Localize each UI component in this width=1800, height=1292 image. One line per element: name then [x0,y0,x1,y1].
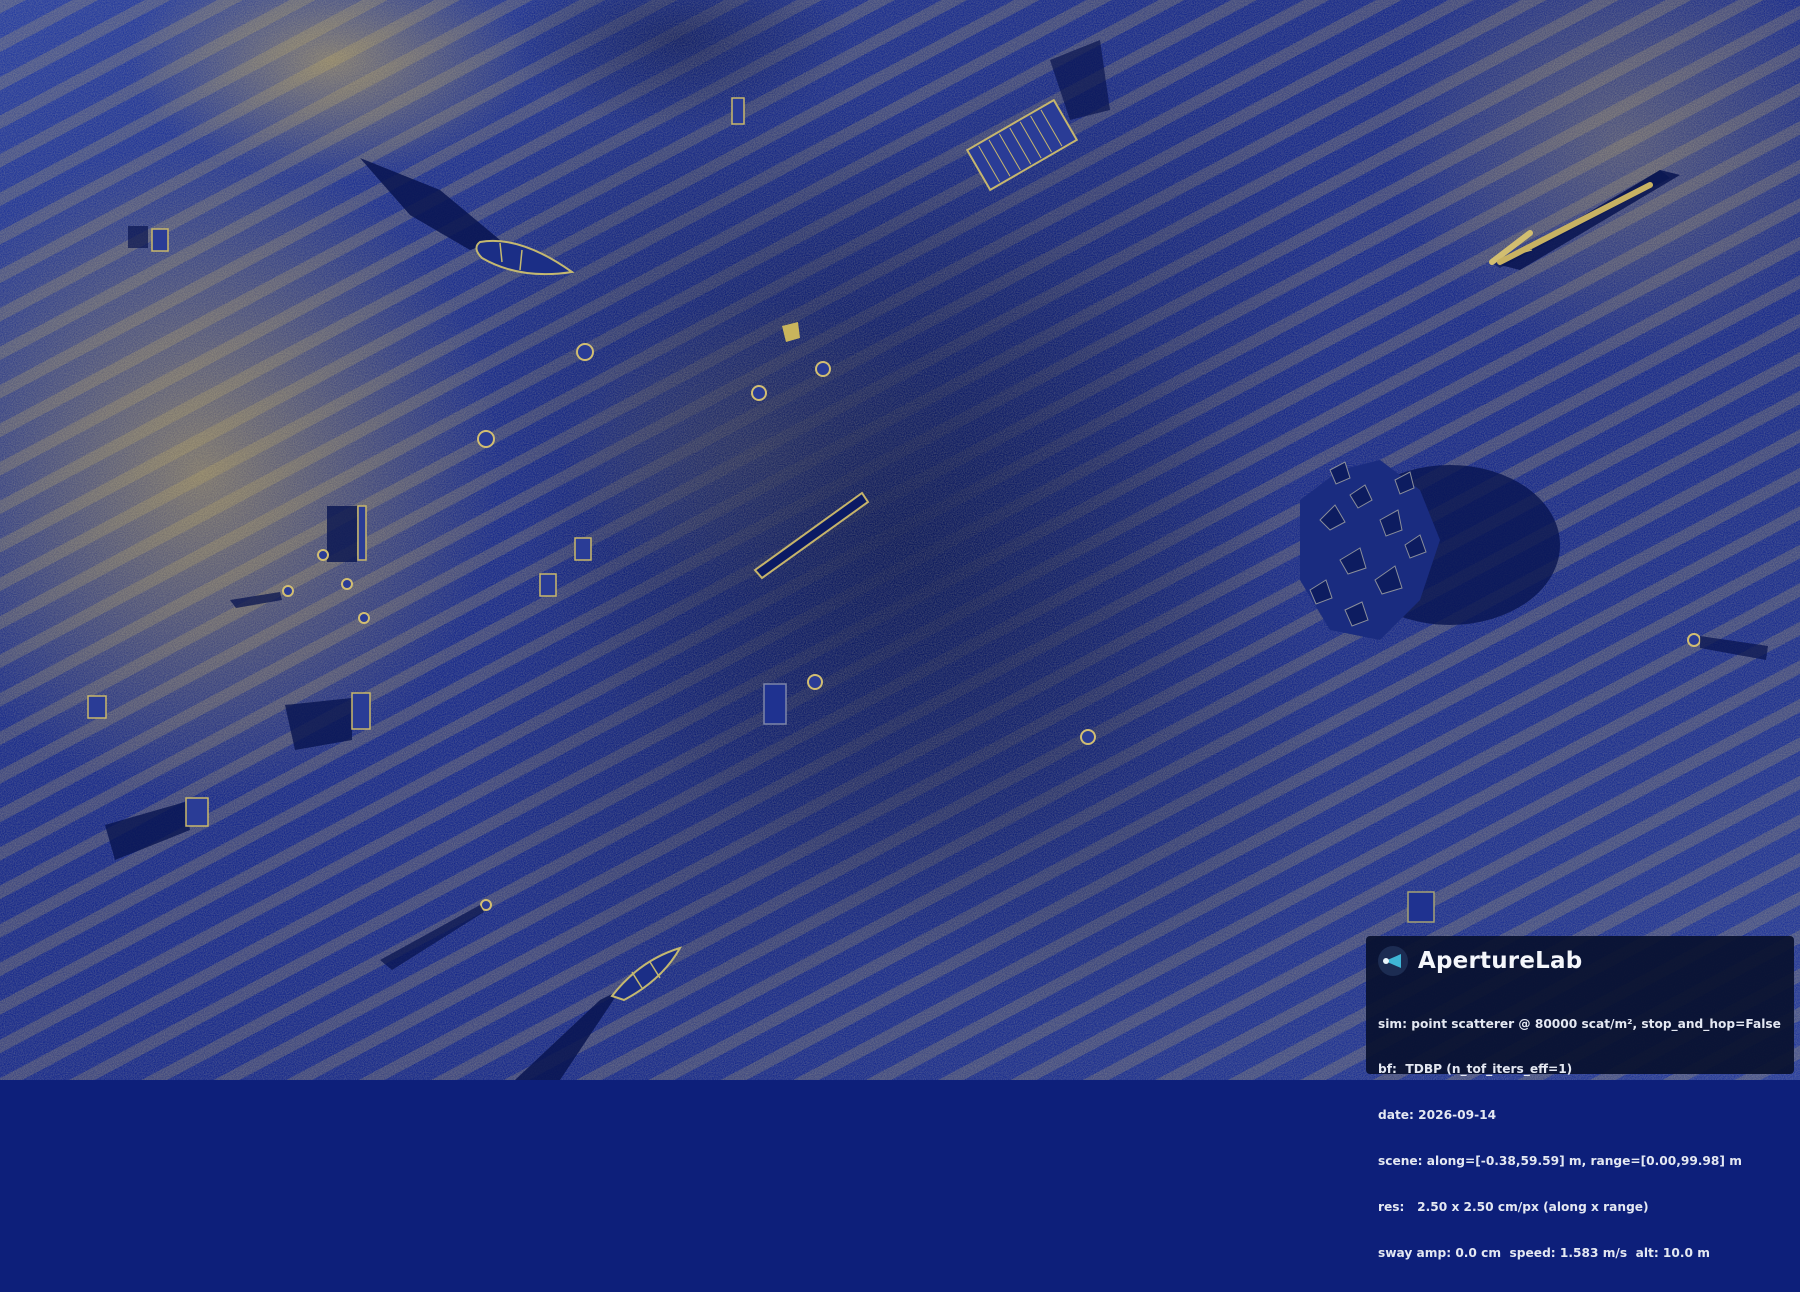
brand-name: ApertureLab [1418,948,1583,974]
crate-object [87,695,107,719]
crate-object [539,573,557,597]
sonar-image [0,0,1800,1080]
crate-object [1407,891,1435,923]
crate-object [327,505,367,562]
date-line: date: 2026-09-14 [1378,1108,1497,1123]
crate-object [763,683,787,725]
motion-line: sway amp: 0.0 cm speed: 1.583 m/s alt: 1… [1378,1246,1710,1261]
crate-object [128,226,169,252]
scene-line: scene: along=[-0.38,59.59] m, range=[0.0… [1378,1154,1742,1169]
crate-object [574,537,592,561]
brand-header: ApertureLab [1378,944,1784,978]
sonar-beam-icon [1378,946,1408,976]
beamformer-line: bf: TDBP (n_tof_iters_eff=1) [1378,1062,1573,1077]
sim-metadata: sim: point scatterer @ 80000 scat/m², st… [1378,986,1784,1292]
sim-line: sim: point scatterer @ 80000 scat/m², st… [1378,1016,1781,1031]
resolution-line: res: 2.50 x 2.50 cm/px (along x range) [1378,1200,1649,1215]
info-overlay-panel: ApertureLab sim: point scatterer @ 80000… [1366,936,1794,1260]
crate-object [731,97,745,125]
